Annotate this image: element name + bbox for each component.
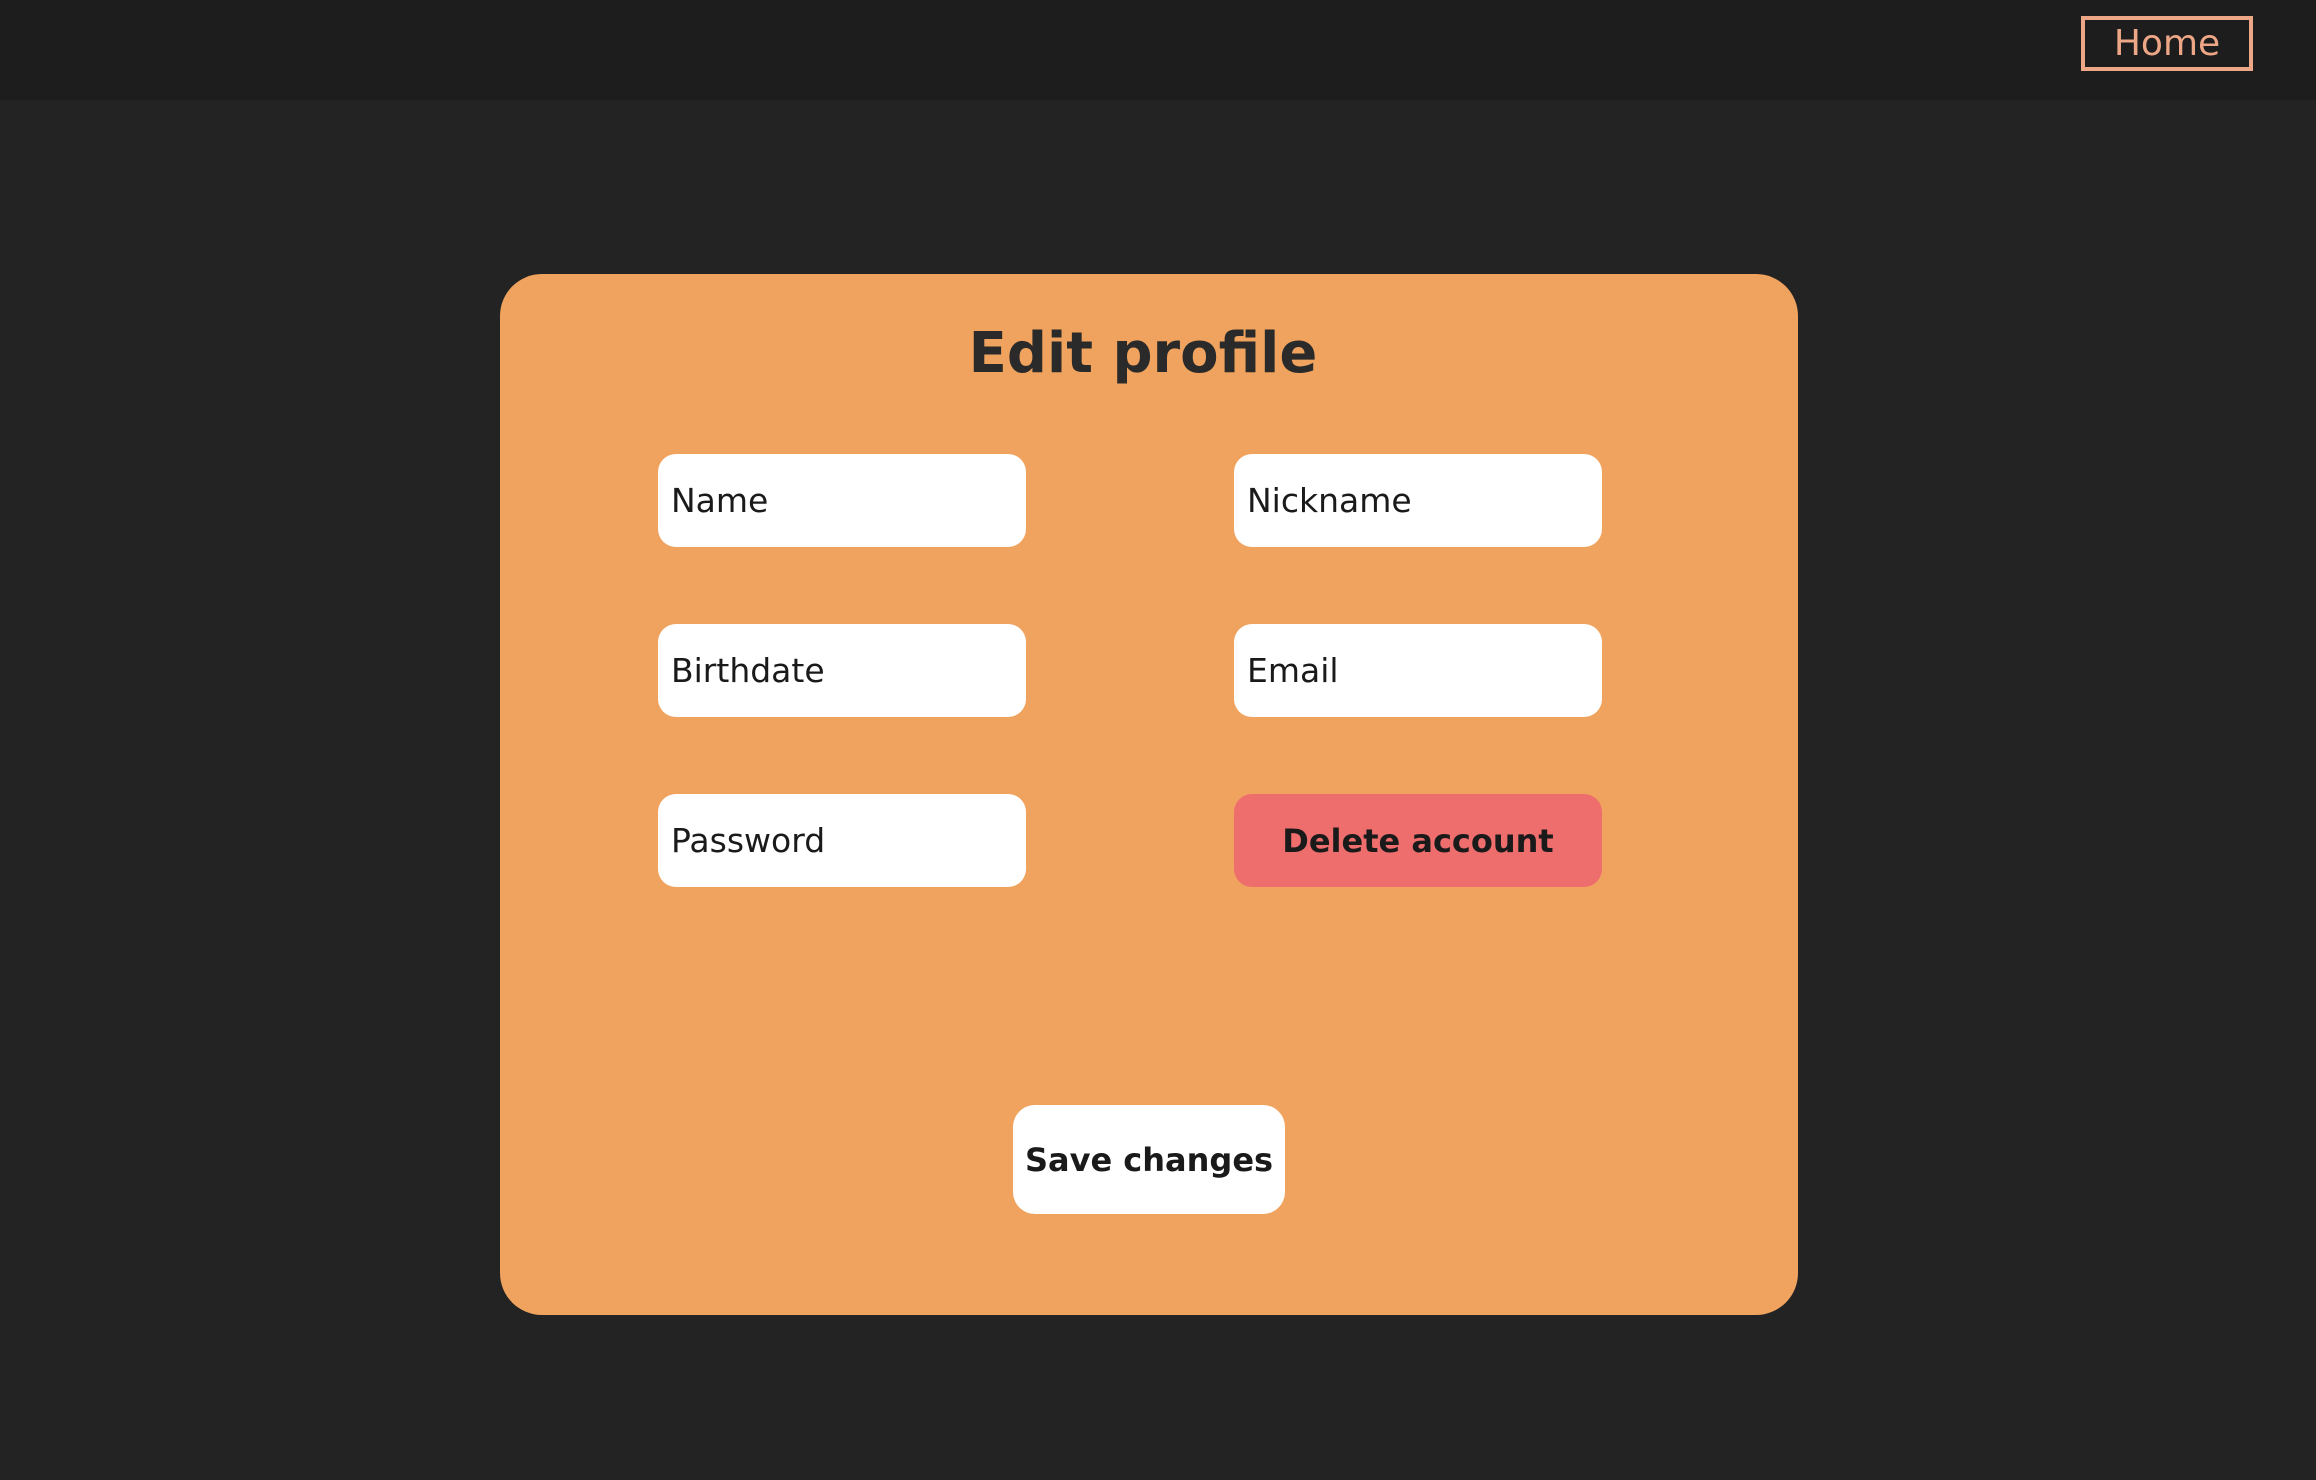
email-field[interactable]	[1234, 624, 1602, 717]
edit-profile-card: Edit profile Delete account Save changes	[500, 274, 1798, 1315]
top-bar: Home	[0, 0, 2316, 100]
save-changes-button[interactable]: Save changes	[1013, 1105, 1285, 1214]
birthdate-field[interactable]	[658, 624, 1026, 717]
name-field[interactable]	[658, 454, 1026, 547]
password-field[interactable]	[658, 794, 1026, 887]
nickname-field[interactable]	[1234, 454, 1602, 547]
page-title: Edit profile	[968, 321, 1318, 386]
delete-account-button[interactable]: Delete account	[1234, 794, 1602, 887]
home-button[interactable]: Home	[2081, 16, 2253, 71]
